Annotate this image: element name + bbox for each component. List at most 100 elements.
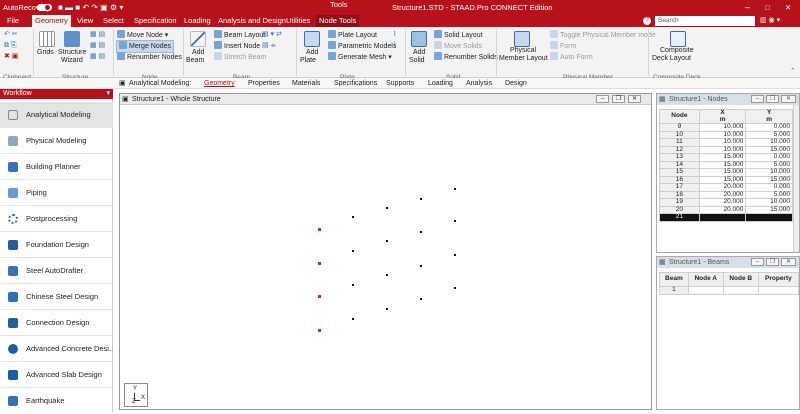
structure-wizard-button-line1[interactable]: Structure (58, 49, 86, 57)
structure-wizard-icon[interactable] (64, 31, 80, 47)
workflow-item-foundation-design[interactable]: Foundation Design (0, 232, 113, 258)
move-solids-button[interactable]: Move Solids (434, 41, 482, 52)
tab-select[interactable]: Select (100, 15, 127, 27)
node-marker[interactable] (454, 287, 456, 289)
y-cell[interactable]: 10.000 (745, 138, 793, 147)
y-cell[interactable]: 0.000 (745, 183, 793, 192)
tab-file[interactable]: File (4, 15, 22, 27)
subtab-materials[interactable]: Materials (292, 78, 320, 89)
y-cell[interactable]: 0.000 (745, 153, 793, 162)
x-cell[interactable]: 10.000 (698, 138, 747, 147)
node-id-cell[interactable]: 17 (659, 183, 700, 192)
undo-icon[interactable]: ↶ ✂ (4, 30, 18, 40)
node-marker[interactable] (352, 250, 354, 252)
folder-icon[interactable]: ■ ▬ ■ ↶ ↷ ▣ ⚙ ▾ (58, 0, 123, 15)
restore-icon[interactable]: ❐ (766, 95, 779, 103)
physical-layout-line1[interactable]: Physical (510, 47, 536, 55)
workflow-item-piping[interactable]: Piping (0, 180, 113, 206)
composite-layout-line1[interactable]: Composite (660, 47, 693, 55)
auto-form-button[interactable]: Auto Form (550, 52, 593, 63)
support-node-marker[interactable] (318, 228, 321, 231)
node-id-cell[interactable]: 11 (659, 138, 700, 147)
node-marker[interactable] (420, 265, 422, 267)
renumber-nodes-button[interactable]: Renumber Nodes (117, 52, 182, 63)
tab-node-tools[interactable]: Node Tools (316, 15, 360, 27)
beam-cell[interactable] (687, 286, 724, 295)
beam-cell[interactable]: 1 (659, 286, 689, 295)
restore-icon[interactable]: ❐ (766, 258, 779, 266)
composite-layout-line2[interactable]: Deck Layout (652, 55, 691, 63)
node-marker[interactable] (420, 298, 422, 300)
table-row[interactable]: 19 20.000 10.000 (659, 198, 793, 207)
y-cell[interactable]: 10.000 (745, 168, 793, 177)
x-cell[interactable] (698, 213, 747, 222)
column-header-node-b[interactable]: Node B (722, 272, 759, 287)
close-icon[interactable]: ✕ (781, 95, 796, 103)
minimize-icon[interactable]: – (745, 0, 750, 15)
beam-cell[interactable] (757, 286, 800, 295)
support-node-marker[interactable] (318, 262, 321, 265)
node-marker[interactable] (386, 274, 388, 276)
structure-viewport[interactable]: ▣ Structure1 - Whole Structure – ❐ ✕ Y X… (119, 93, 652, 410)
renumber-solids-button[interactable]: Renumber Solids (434, 52, 498, 63)
column-header-node[interactable]: Node (659, 109, 700, 124)
physical-member-layout-icon[interactable] (514, 31, 530, 47)
account-icon[interactable]: ▥ ◉ ▾ (760, 16, 780, 24)
column-header-property[interactable]: Property (757, 272, 800, 287)
node-tools-icons-2[interactable]: ▦ ▤ (90, 41, 105, 51)
subtab-supports[interactable]: Supports (386, 78, 414, 89)
composite-deck-icon[interactable] (670, 31, 686, 47)
node-id-cell[interactable]: 9 (659, 123, 700, 132)
add-beam-line1[interactable]: Add (192, 49, 204, 57)
column-header-x[interactable]: Xm (698, 109, 747, 124)
add-plate-line2[interactable]: Plate (300, 57, 316, 65)
tab-analysis-design[interactable]: Analysis and Design (215, 15, 289, 27)
add-solid-line2[interactable]: Solid (409, 57, 425, 65)
workflow-item-advanced-slab-design[interactable]: Advanced Slab Design (0, 362, 113, 388)
tab-specification[interactable]: Specification (131, 15, 180, 27)
structure-wizard-button-line2[interactable]: Wizard (61, 57, 83, 65)
grids-icon[interactable] (39, 31, 55, 47)
search-input[interactable]: Search (655, 16, 755, 26)
minimize-icon[interactable]: – (751, 258, 764, 266)
pin-icon[interactable]: ▾ (106, 89, 110, 99)
plate-layout-button[interactable]: Plate Layout (328, 30, 377, 41)
workflow-item-advanced-concrete-design[interactable]: Advanced Concrete Desi... (0, 336, 113, 362)
plate-extra-icons-2[interactable]: ⌇ (393, 41, 396, 51)
subtab-geometry[interactable]: Geometry (204, 78, 235, 89)
autorecovery-toggle[interactable] (37, 4, 52, 11)
nodes-scrollbar[interactable] (793, 105, 799, 252)
copy-icon[interactable]: ⧉ ⎘ (4, 41, 17, 51)
node-marker[interactable] (352, 284, 354, 286)
subtab-properties[interactable]: Properties (248, 78, 280, 89)
minimize-icon[interactable]: – (596, 95, 609, 103)
table-row[interactable]: 21 (659, 213, 793, 222)
x-cell[interactable]: 10.000 (698, 123, 747, 132)
table-row[interactable]: 11 10.000 10.000 (659, 138, 793, 147)
workflow-item-connection-design[interactable]: Connection Design (0, 310, 113, 336)
node-marker[interactable] (352, 318, 354, 320)
close-icon[interactable]: ✕ (628, 95, 641, 103)
subtab-design[interactable]: Design (505, 78, 527, 89)
node-marker[interactable] (454, 254, 456, 256)
node-tools-icons-3[interactable]: ▦ ▤ (90, 52, 105, 62)
workflow-item-earthquake[interactable]: Earthquake (0, 388, 113, 414)
node-marker[interactable] (386, 308, 388, 310)
tab-utilities[interactable]: Utilities (283, 15, 313, 27)
node-marker[interactable] (386, 207, 388, 209)
node-id-cell[interactable]: 21 (659, 213, 700, 222)
collapse-ribbon-icon[interactable]: ⌃ (790, 67, 796, 75)
node-marker[interactable] (420, 198, 422, 200)
beam-extra-icons-2[interactable]: ▤ ⌯ (262, 41, 276, 51)
minimize-icon[interactable]: – (751, 95, 764, 103)
generate-mesh-button[interactable]: Generate Mesh ▾ (328, 52, 392, 63)
node-marker[interactable] (454, 220, 456, 222)
tab-geometry[interactable]: Geometry (32, 15, 71, 27)
beam-extra-icons[interactable]: ▤ ▾ ⇄ (262, 30, 282, 40)
y-cell[interactable]: 10.000 (745, 198, 793, 207)
x-cell[interactable]: 20.000 (698, 183, 747, 192)
node-tools-icons[interactable]: ▦ ▤ (90, 30, 105, 40)
subtab-loading[interactable]: Loading (428, 78, 453, 89)
node-marker[interactable] (386, 240, 388, 242)
beam-layout-button[interactable]: Beam Layout (214, 30, 265, 41)
